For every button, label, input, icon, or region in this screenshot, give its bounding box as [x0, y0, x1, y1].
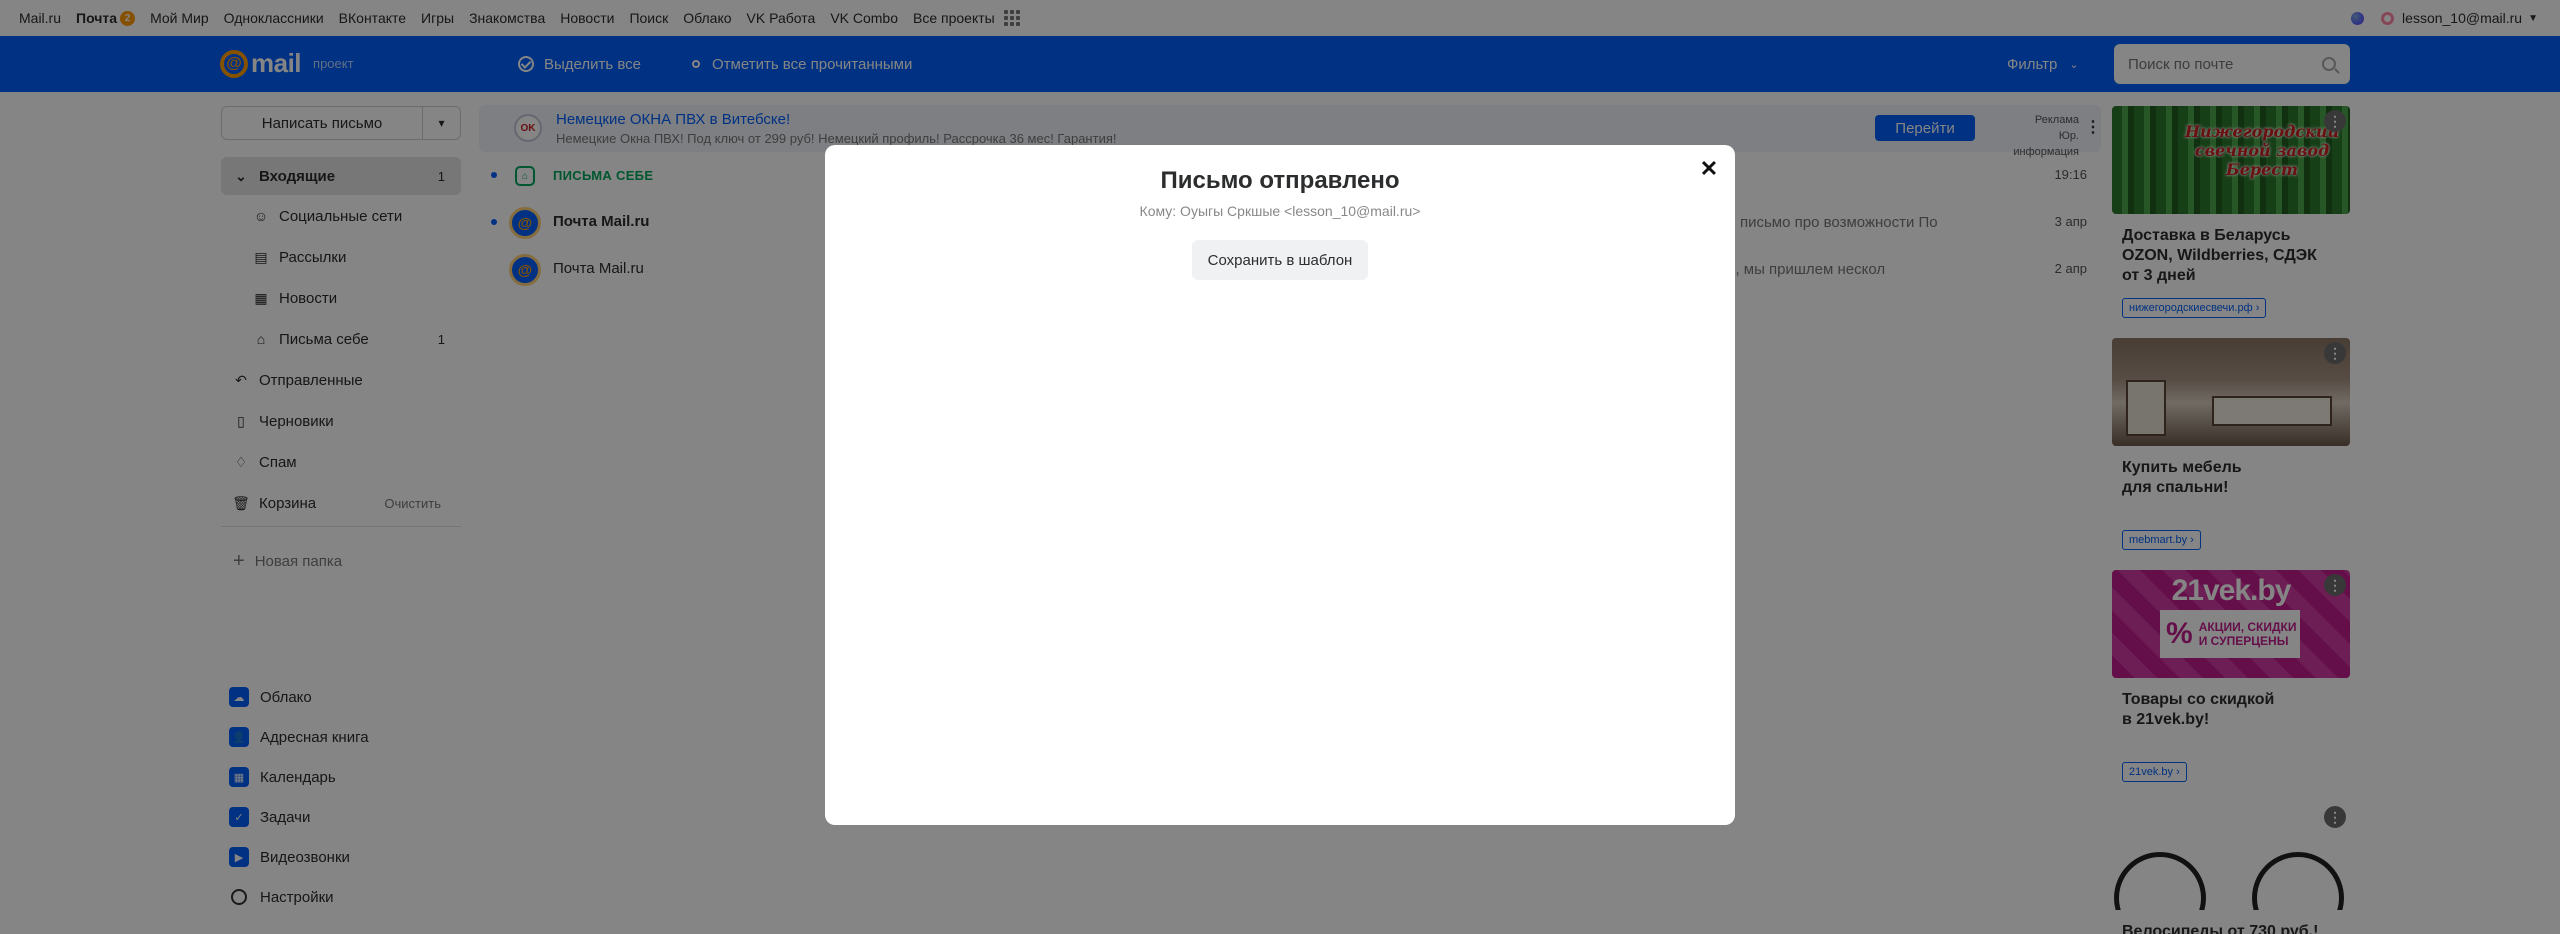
dialog-recipient: Кому: Оуыгы Сркшые <lesson_10@mail.ru> — [1139, 203, 1421, 219]
save-template-button[interactable]: Сохранить в шаблон — [1192, 240, 1368, 280]
mail-sent-dialog: ✕ Письмо отправлено Кому: Оуыгы Сркшые <… — [825, 145, 1735, 825]
dialog-title: Письмо отправлено — [1160, 167, 1400, 194]
